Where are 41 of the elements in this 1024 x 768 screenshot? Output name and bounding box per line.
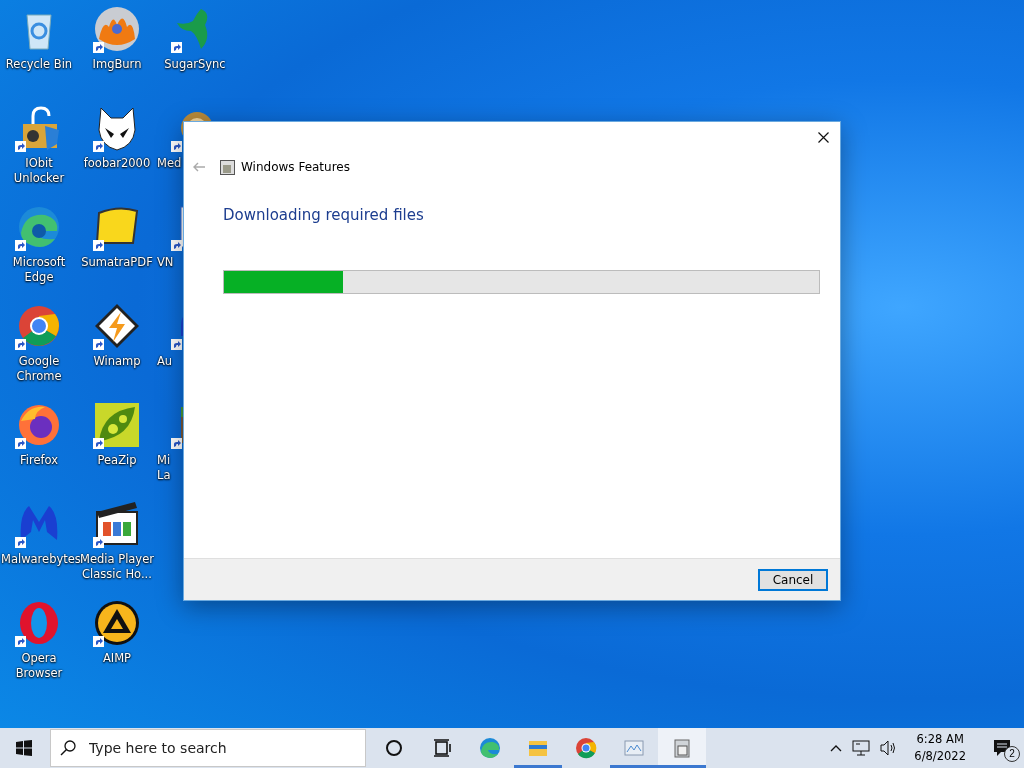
chrome-icon [574, 736, 598, 760]
icon-label: VN [156, 255, 175, 270]
icon-label: Winamp [92, 354, 142, 369]
caret-up-icon [830, 744, 843, 752]
icon-label: SugarSync [163, 57, 227, 72]
icon-label: AIMP [101, 651, 133, 666]
close-icon [817, 131, 829, 143]
network-icon [852, 740, 871, 756]
clock-date: 6/8/2022 [914, 748, 966, 765]
icon-label: IObit Unlocker [12, 156, 66, 186]
clock[interactable]: 6:28 AM 6/8/2022 [906, 731, 974, 765]
clock-time: 6:28 AM [916, 731, 964, 748]
window-features-icon [220, 159, 235, 175]
network-button[interactable] [850, 740, 873, 756]
burning-disc-icon[interactable] [93, 5, 141, 53]
edge-icon [478, 736, 502, 760]
status-heading: Downloading required files [223, 206, 425, 224]
icon-label: Opera Browser [14, 651, 64, 681]
icon-label: Med [156, 156, 179, 171]
search-icon [60, 740, 76, 756]
clapperboard-icon[interactable] [93, 500, 141, 548]
windows-logo-icon [16, 740, 32, 756]
icon-label: Mi La [156, 453, 172, 483]
icon-label: SumatraPDF [80, 255, 154, 270]
notification-count: 2 [1004, 746, 1020, 762]
icon-label: foobar2000 [82, 156, 152, 171]
triangle-logo-icon[interactable] [93, 599, 141, 647]
icon-label: ImgBurn [91, 57, 143, 72]
icon-label: PeaZip [96, 453, 138, 468]
window-title: Windows Features [241, 160, 350, 174]
icon-label: Au [156, 354, 174, 369]
icon-label: Microsoft Edge [11, 255, 67, 285]
icon-label: Recycle Bin [4, 57, 74, 72]
notifications-button[interactable]: 2 [980, 728, 1024, 768]
cancel-button[interactable]: Cancel [758, 568, 828, 591]
lightning-bolt-icon[interactable] [93, 302, 141, 350]
icon-label: Media Player Classic Ho... [80, 552, 155, 582]
icon-label: Google Chrome [15, 354, 63, 384]
icon-label: Firefox [18, 453, 60, 468]
pea-pod-icon[interactable] [93, 401, 141, 449]
search-field[interactable]: Type here to search [50, 729, 366, 767]
